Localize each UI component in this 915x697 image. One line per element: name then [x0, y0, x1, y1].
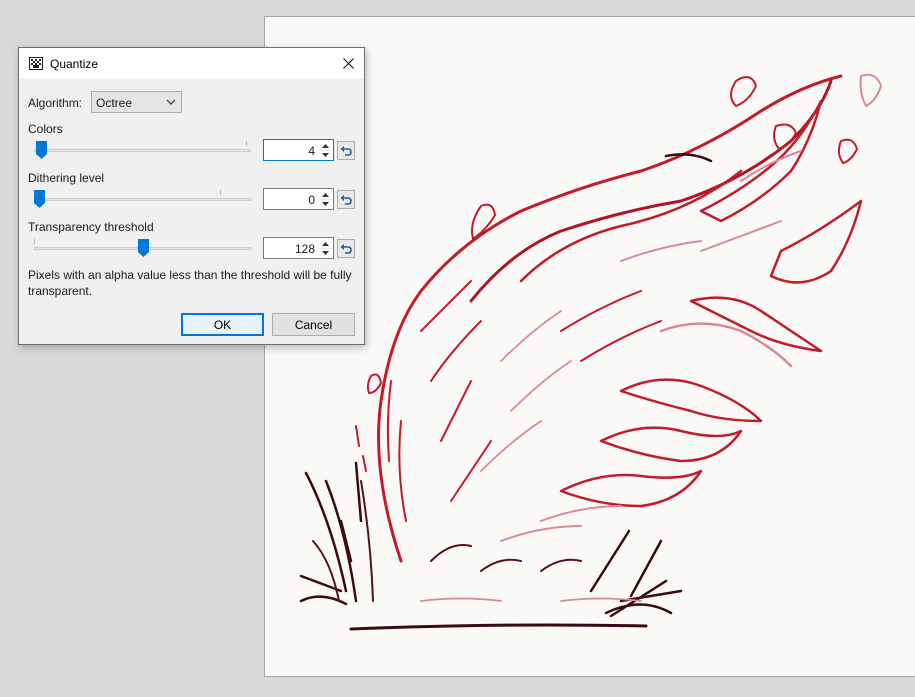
- transparency-spinner[interactable]: [319, 239, 332, 257]
- caret-down-icon: [322, 250, 329, 255]
- transparency-number-input[interactable]: 128: [263, 237, 334, 259]
- algorithm-label: Algorithm:: [28, 96, 83, 110]
- dithering-slider-thumb[interactable]: [34, 190, 45, 208]
- caret-down-icon: [322, 152, 329, 157]
- colors-reset-button[interactable]: [337, 141, 355, 160]
- colors-slider-tick: [246, 141, 247, 146]
- colors-label: Colors: [28, 122, 63, 136]
- title-bar[interactable]: Quantize: [19, 48, 364, 79]
- caret-up-icon: [322, 143, 329, 148]
- undo-icon: [340, 195, 352, 205]
- colors-value: 4: [308, 144, 315, 158]
- dithering-value: 0: [308, 193, 315, 207]
- cancel-button[interactable]: Cancel: [272, 313, 355, 336]
- close-icon: [342, 58, 354, 69]
- transparency-value: 128: [294, 242, 315, 256]
- colors-slider-track[interactable]: [34, 149, 251, 152]
- transparency-slider-thumb[interactable]: [138, 239, 149, 257]
- transparency-slider-tick: [34, 239, 35, 244]
- quantize-app-icon: [29, 57, 43, 70]
- algorithm-select[interactable]: Octree: [91, 91, 182, 113]
- spin-down-button[interactable]: [319, 199, 332, 208]
- caret-up-icon: [322, 192, 329, 197]
- chevron-down-icon: [166, 99, 176, 105]
- quantize-dialog: Quantize Algorithm: Octree Colors 4 Dith…: [18, 47, 365, 345]
- threshold-description: Pixels with an alpha value less than the…: [28, 268, 352, 298]
- dithering-label: Dithering level: [28, 171, 105, 185]
- dithering-slider-tick: [220, 190, 221, 195]
- transparency-label: Transparency threshold: [28, 220, 154, 234]
- spin-down-button[interactable]: [319, 150, 332, 159]
- undo-icon: [340, 146, 352, 156]
- transparency-reset-button[interactable]: [337, 239, 355, 258]
- colors-number-input[interactable]: 4: [263, 139, 334, 161]
- colors-slider-thumb[interactable]: [36, 141, 47, 159]
- colors-spinner[interactable]: [319, 141, 332, 159]
- dialog-title: Quantize: [50, 57, 99, 71]
- ok-button[interactable]: OK: [181, 313, 264, 336]
- close-button[interactable]: [332, 48, 364, 79]
- dithering-reset-button[interactable]: [337, 190, 355, 209]
- algorithm-value: Octree: [96, 96, 133, 110]
- dithering-spinner[interactable]: [319, 190, 332, 208]
- dithering-slider-track[interactable]: [34, 198, 251, 201]
- dithering-number-input[interactable]: 0: [263, 188, 334, 210]
- spin-down-button[interactable]: [319, 248, 332, 257]
- caret-down-icon: [322, 201, 329, 206]
- caret-up-icon: [322, 241, 329, 246]
- undo-icon: [340, 244, 352, 254]
